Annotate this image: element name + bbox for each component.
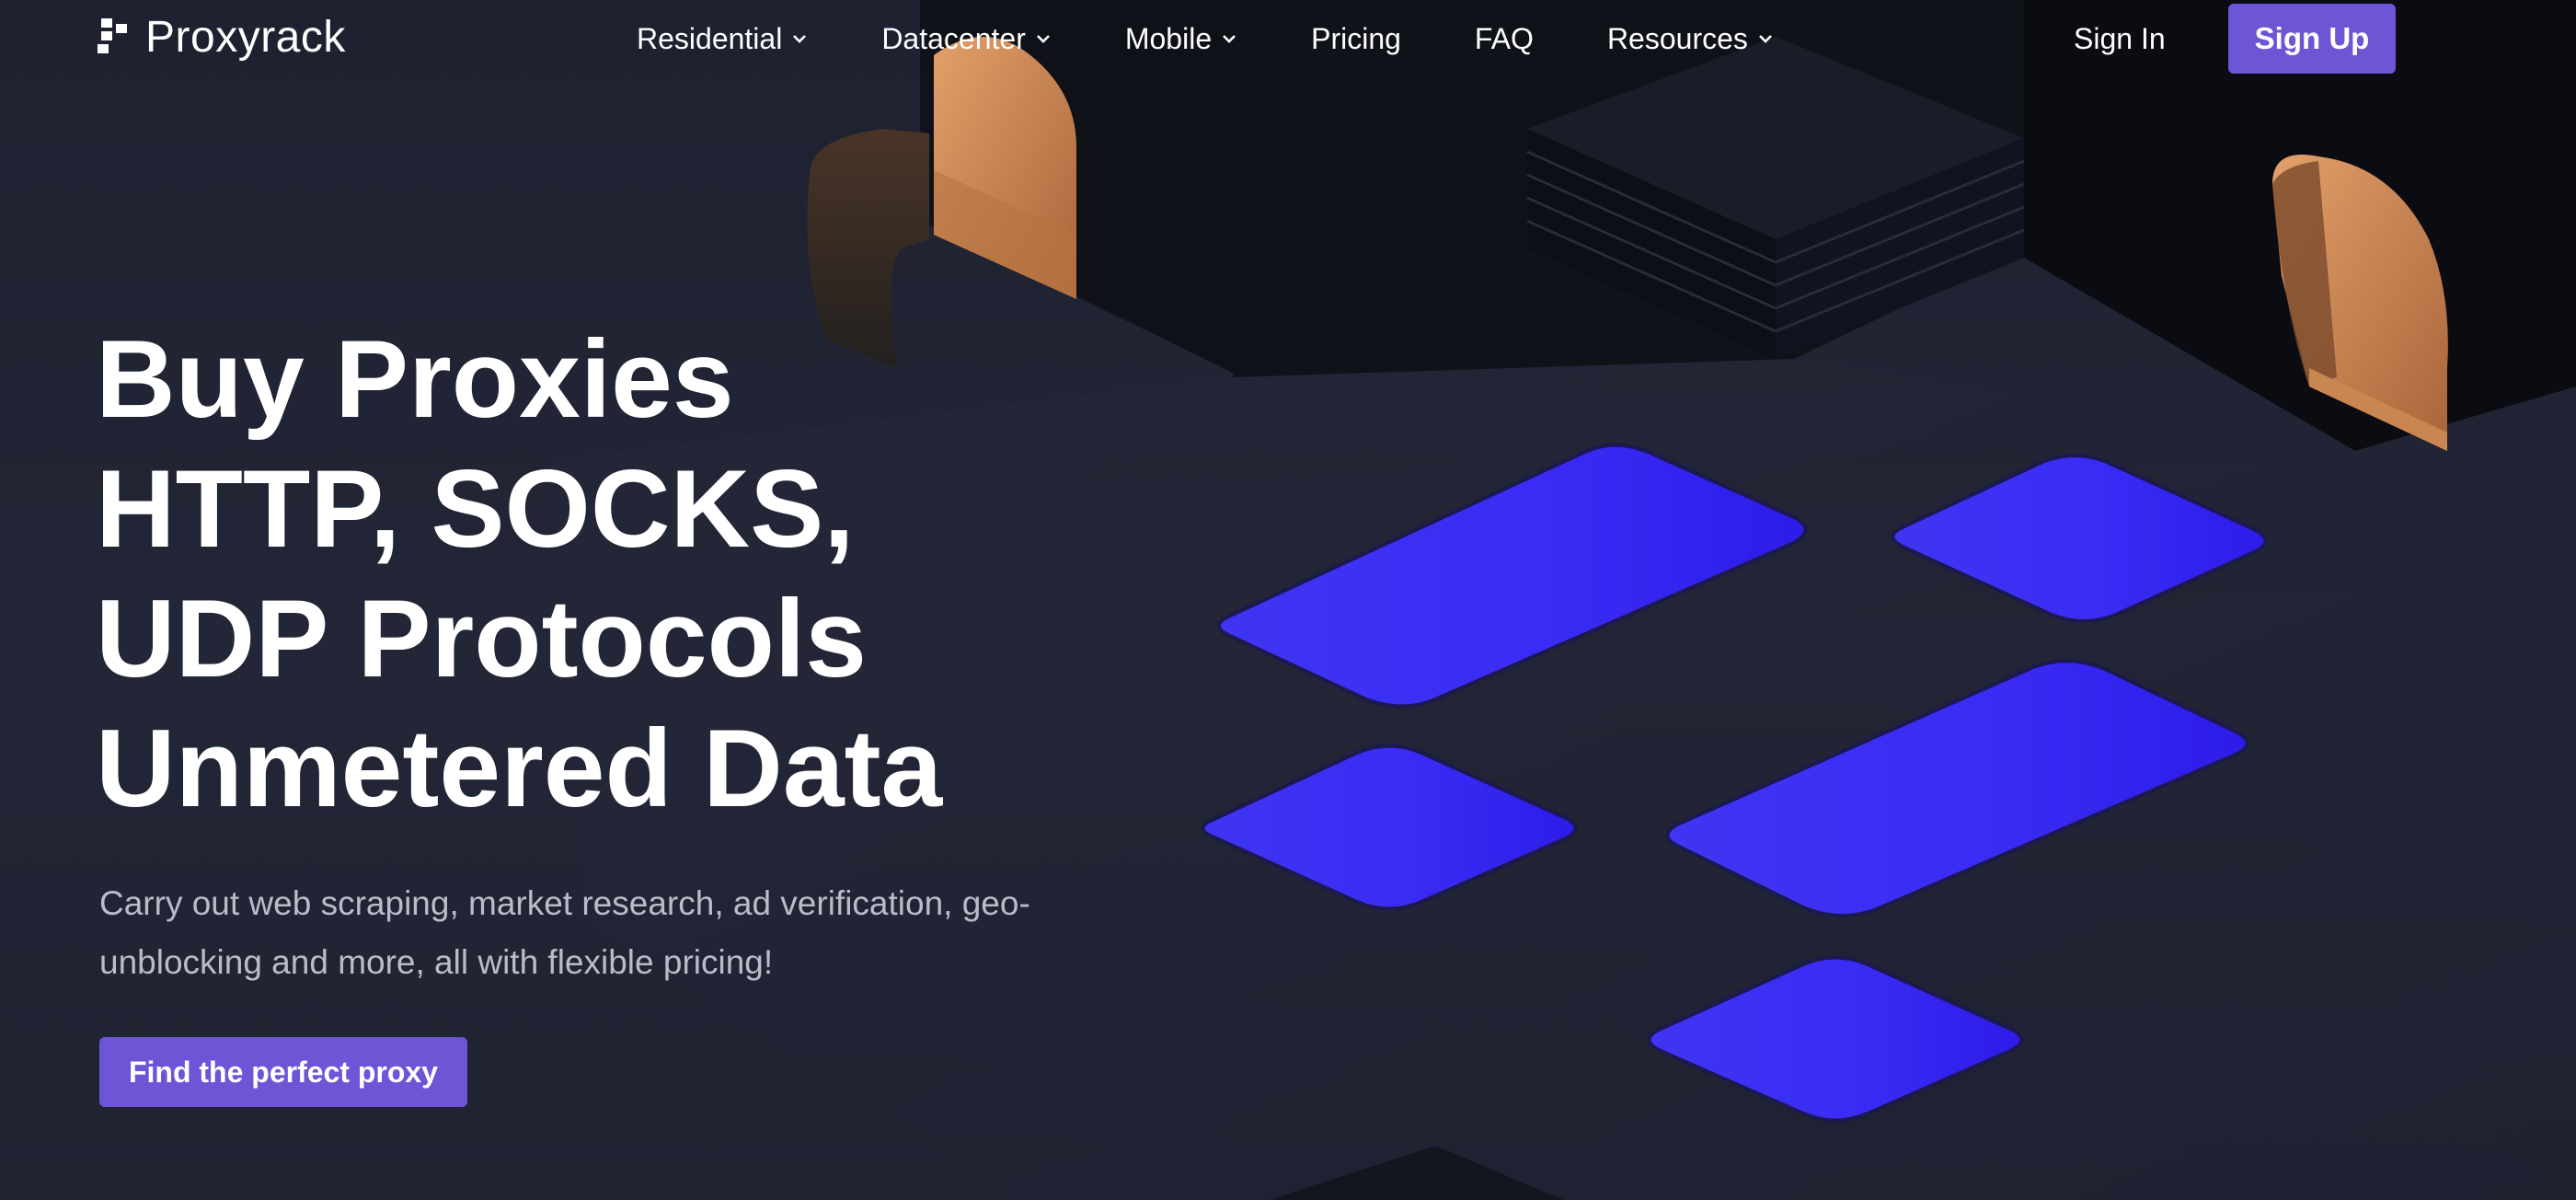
nav-item-faq[interactable]: FAQ [1475,22,1534,56]
hero-title: Buy Proxies HTTP, SOCKS, UDP Protocols U… [96,315,1154,834]
brand-logo[interactable]: Proxyrack [98,9,346,64]
hero-title-line: UDP Protocols [96,577,867,700]
nav-item-label: Residential [637,21,783,55]
top-nav: Proxyrack Residential Datacenter Mobile … [0,0,2576,83]
nav-item-label: Resources [1606,21,1748,55]
proxyrack-logo-icon [98,18,127,53]
page: Proxyrack Residential Datacenter Mobile … [0,0,2576,1200]
nav-item-resources[interactable]: Resources [1607,22,1774,56]
sign-in-link[interactable]: Sign In [2074,17,2166,61]
nav-item-mobile[interactable]: Mobile [1125,22,1237,56]
nav-item-datacenter[interactable]: Datacenter [881,22,1052,56]
chevron-down-icon [793,35,807,43]
hero-title-line: Buy Proxies [96,317,734,441]
hero-title-line: HTTP, SOCKS, [96,447,855,571]
chevron-down-icon [1223,35,1236,43]
main-menu: Residential Datacenter Mobile Pricing FA… [637,17,1847,61]
nav-item-label: Datacenter [881,21,1026,55]
find-proxy-button[interactable]: Find the perfect proxy [99,1037,467,1107]
chevron-down-icon [1036,35,1050,43]
nav-item-label: FAQ [1474,21,1534,55]
nav-item-residential[interactable]: Residential [637,22,808,56]
nav-item-label: Mobile [1124,21,1213,55]
nav-item-label: Pricing [1311,21,1401,55]
hero-title-line: Unmetered Data [96,707,943,830]
brand-name: Proxyrack [145,12,346,62]
hero-subtitle: Carry out web scraping, market research,… [99,884,1030,981]
sign-up-button[interactable]: Sign Up [2228,4,2396,74]
nav-item-pricing[interactable]: Pricing [1311,22,1401,56]
chevron-down-icon [1758,35,1772,43]
